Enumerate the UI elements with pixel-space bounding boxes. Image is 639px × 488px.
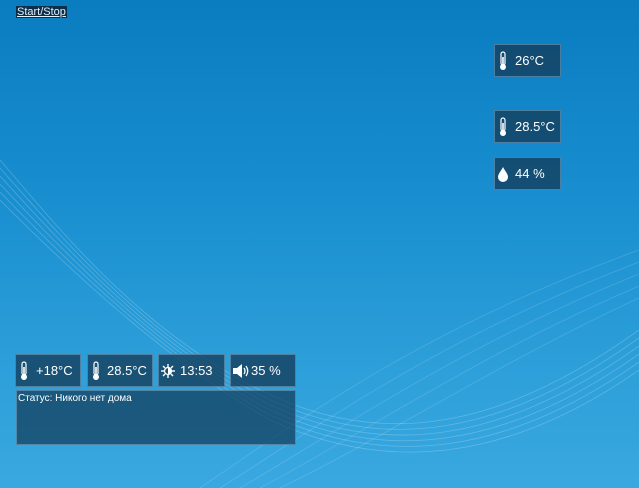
sun-icon xyxy=(161,364,175,378)
status-text: Статус: Никого нет дома xyxy=(18,393,132,404)
temperature-tile-1: 26°C xyxy=(494,44,561,77)
time-tile: 13:53 xyxy=(158,354,225,387)
indoor-temperature-value: 28.5°C xyxy=(107,363,147,378)
outdoor-temperature-value: +18°C xyxy=(36,363,73,378)
thermometer-icon xyxy=(500,51,506,70)
volume-tile: 35 % xyxy=(230,354,296,387)
volume-value: 35 % xyxy=(251,363,281,378)
thermometer-icon xyxy=(21,361,27,380)
temperature-tile-2: 28.5°C xyxy=(494,110,561,143)
humidity-tile: 44 % xyxy=(494,157,561,190)
temperature-value: 26°C xyxy=(515,53,545,68)
indoor-temperature-tile: 28.5°C xyxy=(87,354,153,387)
time-value: 13:53 xyxy=(180,363,213,378)
thermometer-icon xyxy=(93,361,99,380)
status-panel: Статус: Никого нет дома xyxy=(16,390,296,445)
outdoor-temperature-tile: +18°C xyxy=(15,354,81,387)
thermometer-icon xyxy=(500,117,506,136)
speaker-icon xyxy=(233,364,249,378)
humidity-value: 44 % xyxy=(515,166,545,181)
start-stop-button[interactable]: Start/Stop xyxy=(16,6,67,18)
water-drop-icon xyxy=(498,167,508,182)
temperature-value: 28.5°C xyxy=(515,119,555,134)
